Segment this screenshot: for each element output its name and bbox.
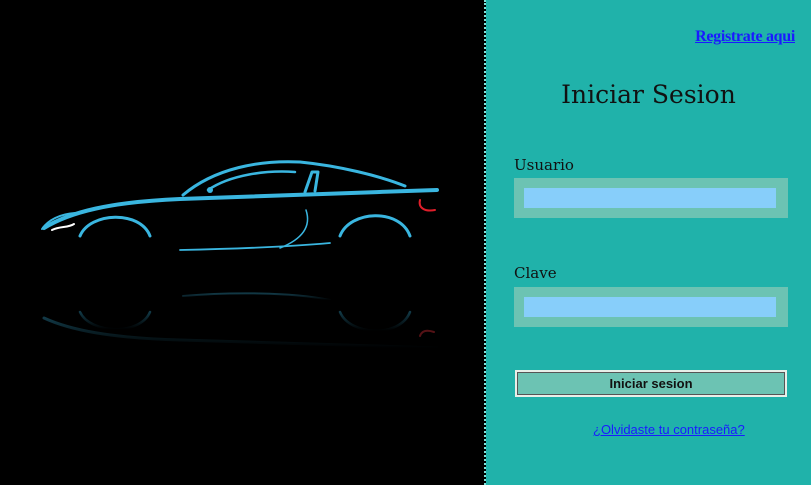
password-field-frame [514, 287, 788, 327]
car-illustration [41, 160, 439, 350]
username-input[interactable] [524, 188, 776, 208]
forgot-password-link[interactable]: ¿Olvidaste tu contraseña? [593, 422, 745, 437]
login-panel: Registrate aqui Iniciar Sesion Usuario C… [486, 0, 811, 485]
page-title: Iniciar Sesion [561, 80, 736, 109]
username-field-frame [514, 178, 788, 218]
register-link[interactable]: Registrate aqui [695, 28, 795, 46]
car-reflection [42, 292, 439, 350]
hero-panel [0, 0, 484, 485]
password-input[interactable] [524, 297, 776, 317]
login-button[interactable]: Iniciar sesion [515, 370, 787, 397]
car-body-outline [41, 160, 439, 251]
username-label: Usuario [514, 156, 574, 174]
password-label: Clave [514, 264, 557, 282]
